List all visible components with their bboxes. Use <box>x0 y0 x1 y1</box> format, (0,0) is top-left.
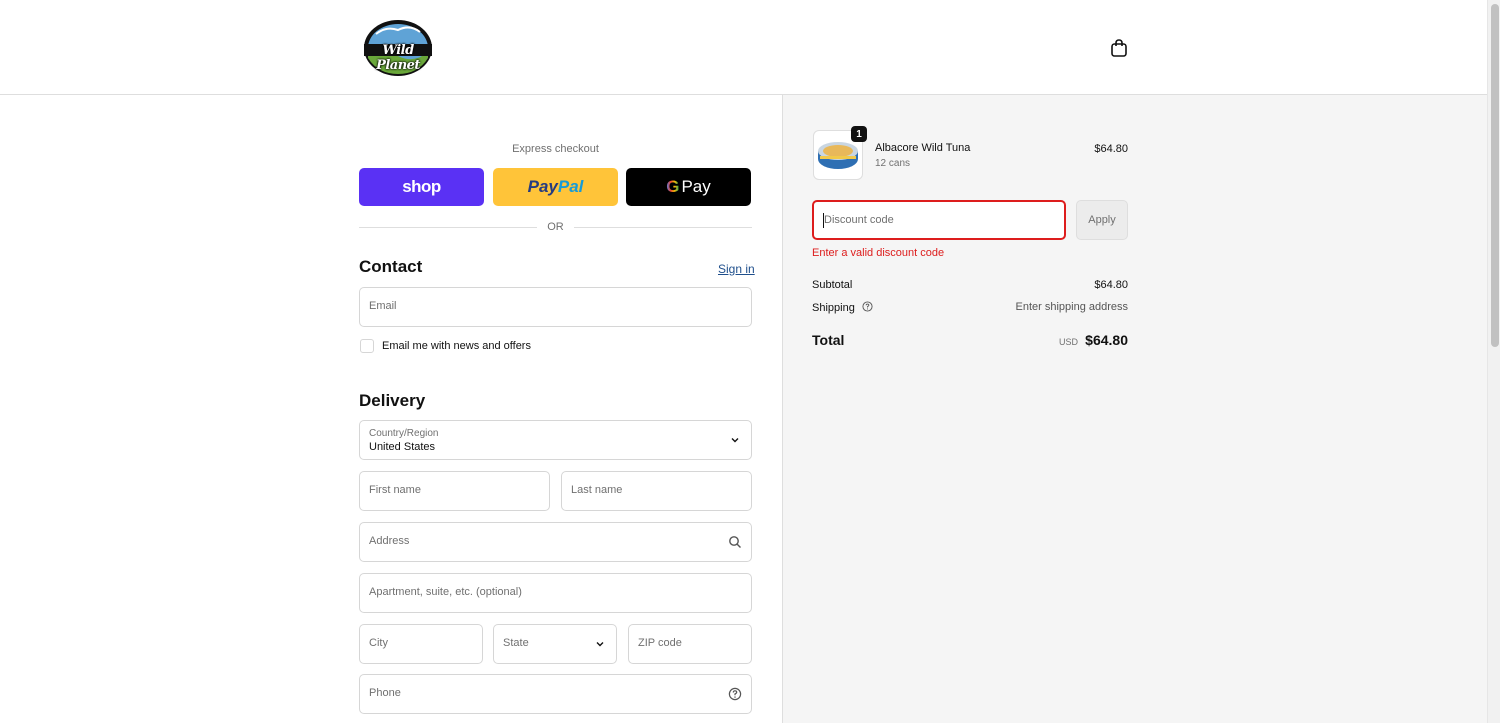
paypal-label-pay: Pay <box>527 177 558 196</box>
logo-text: Wild Planet <box>376 43 420 73</box>
product-variant: 12 cans <box>875 158 911 169</box>
google-pay-label: Pay <box>681 177 711 196</box>
contact-title: Contact <box>359 257 423 276</box>
newsletter-option[interactable]: Email me with news and offers <box>360 338 531 354</box>
email-field[interactable]: Email <box>359 287 752 327</box>
wild-planet-logo[interactable]: Wild Planet <box>362 18 434 78</box>
apartment-field[interactable]: Apartment, suite, etc. (optional) <box>359 573 752 613</box>
total-value: $64.80 <box>1085 332 1128 348</box>
delivery-title: Delivery <box>359 391 426 410</box>
first-name-field[interactable]: First name <box>359 471 550 511</box>
phone-field[interactable]: Phone <box>359 674 752 714</box>
country-label: Country/Region <box>369 428 439 439</box>
zip-placeholder: ZIP code <box>638 637 682 649</box>
or-divider: OR <box>359 220 752 234</box>
product-name: Albacore Wild Tuna <box>875 142 971 154</box>
site-header: Wild Planet <box>0 0 1487 95</box>
discount-error-message: Enter a valid discount code <box>812 247 945 259</box>
newsletter-label: Email me with news and offers <box>382 340 531 352</box>
cart-button[interactable] <box>1108 37 1130 59</box>
google-pay-button[interactable]: G Pay <box>626 168 751 206</box>
total-label: Total <box>812 332 845 348</box>
page-scrollbar[interactable] <box>1487 0 1500 723</box>
discount-code-field[interactable]: Discount code <box>812 200 1066 240</box>
express-checkout-title: Express checkout <box>512 143 599 155</box>
google-g-icon: G <box>666 177 680 196</box>
help-icon[interactable] <box>728 687 742 701</box>
city-placeholder: City <box>369 637 388 649</box>
shipping-label: Shipping <box>812 302 855 314</box>
search-icon <box>729 536 741 548</box>
paypal-button[interactable]: Pay Pal <box>493 168 618 206</box>
address-field[interactable]: Address <box>359 522 752 562</box>
country-value: United States <box>369 441 436 453</box>
quantity-badge: 1 <box>851 126 867 142</box>
shipping-value: Enter shipping address <box>1015 301 1128 313</box>
order-summary-panel <box>782 95 1487 723</box>
shopping-bag-icon <box>1111 39 1127 57</box>
email-placeholder: Email <box>369 300 397 312</box>
city-field[interactable]: City <box>359 624 483 664</box>
shop-pay-label: shop <box>402 177 441 196</box>
state-select[interactable]: State <box>493 624 617 664</box>
divider-line-right <box>574 227 752 228</box>
apartment-placeholder: Apartment, suite, etc. (optional) <box>369 586 522 598</box>
first-name-placeholder: First name <box>369 484 421 496</box>
address-placeholder: Address <box>369 535 410 547</box>
chevron-down-icon <box>731 438 739 443</box>
last-name-placeholder: Last name <box>571 484 623 496</box>
shipping-label-row: Shipping <box>812 301 873 314</box>
zip-field[interactable]: ZIP code <box>628 624 752 664</box>
paypal-label-pal: Pal <box>557 177 584 196</box>
last-name-field[interactable]: Last name <box>561 471 752 511</box>
subtotal-value: $64.80 <box>1094 279 1128 291</box>
scrollbar-thumb[interactable] <box>1491 4 1499 347</box>
product-price: $64.80 <box>1094 143 1128 155</box>
newsletter-checkbox[interactable] <box>360 339 374 353</box>
total-currency: USD <box>1058 337 1078 347</box>
shop-pay-button[interactable]: shop <box>359 168 484 206</box>
apply-discount-button[interactable]: Apply <box>1076 200 1128 240</box>
shipping-help-icon[interactable] <box>862 301 873 312</box>
subtotal-label: Subtotal <box>812 279 853 291</box>
state-placeholder: State <box>503 637 529 649</box>
discount-code-placeholder: Discount code <box>824 214 894 226</box>
sign-in-link[interactable]: Sign in <box>718 262 755 276</box>
phone-placeholder: Phone <box>369 687 401 699</box>
chevron-down-icon <box>596 642 604 647</box>
country-select[interactable]: Country/Region United States <box>359 420 752 460</box>
